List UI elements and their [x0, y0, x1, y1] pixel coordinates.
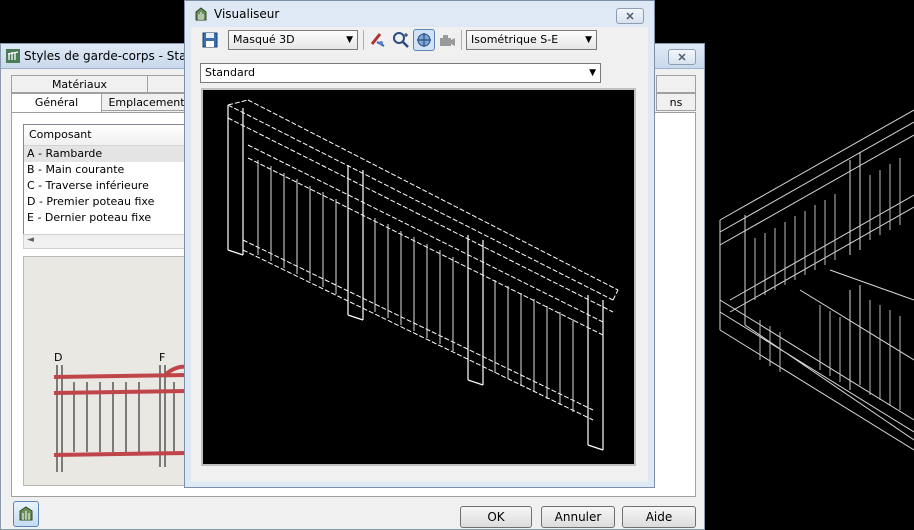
view-direction-select[interactable]: Isométrique S-E ▼: [466, 30, 597, 50]
app-icon: [6, 49, 20, 63]
tab-row1-right[interactable]: [656, 75, 696, 93]
horizontal-scrollbar[interactable]: ◄: [23, 234, 188, 249]
railing-preview-image: D F: [23, 256, 188, 486]
save-icon[interactable]: [200, 30, 220, 50]
display-config-value: Standard: [205, 66, 256, 79]
chevron-left-icon[interactable]: ◄: [27, 235, 34, 245]
chevron-down-icon: ▼: [585, 35, 592, 45]
railing-sketch: D F: [53, 351, 187, 472]
list-item[interactable]: A - Rambarde: [24, 146, 187, 162]
window-title: Visualiseur: [214, 7, 280, 21]
visual-style-select[interactable]: Masqué 3D ▼: [228, 30, 358, 50]
close-button[interactable]: [668, 49, 696, 65]
tab-row2-right[interactable]: ns: [656, 93, 696, 111]
tab-general[interactable]: Général: [11, 93, 102, 113]
tab-location[interactable]: Emplacement: [101, 93, 192, 111]
railing-3d-model: [227, 99, 619, 451]
cancel-button[interactable]: Annuler: [541, 506, 615, 528]
list-item[interactable]: B - Main courante: [24, 162, 187, 178]
label-f: F: [159, 351, 165, 364]
view-direction-value: Isométrique S-E: [471, 33, 559, 46]
close-icon: [678, 53, 686, 61]
viewer-viewport[interactable]: [201, 88, 636, 466]
chevron-down-icon: ▼: [589, 68, 596, 78]
app-icon: [19, 506, 33, 521]
tab-materials[interactable]: Matériaux: [11, 75, 148, 93]
app-icon: [195, 7, 207, 21]
list-item[interactable]: D - Premier poteau fixe: [24, 194, 187, 210]
close-button[interactable]: [616, 8, 644, 24]
window-title: Styles de garde-corps - Standa: [24, 49, 209, 63]
toolbar-separator: [363, 30, 364, 50]
label-d: D: [54, 351, 62, 364]
list-header[interactable]: Composant: [24, 125, 187, 146]
camera-icon[interactable]: [437, 30, 457, 50]
close-icon: [626, 12, 634, 20]
toolbar-separator: [461, 30, 462, 50]
pan-icon: [417, 33, 431, 47]
help-button[interactable]: Aide: [622, 506, 696, 528]
orbit-icon[interactable]: [368, 30, 388, 50]
display-config-select[interactable]: Standard ▼: [200, 63, 601, 83]
pan-button[interactable]: [413, 29, 435, 51]
title-bar[interactable]: Visualiseur: [185, 1, 654, 27]
chevron-down-icon: ▼: [346, 35, 353, 45]
component-list[interactable]: Composant A - Rambarde B - Main courante…: [23, 124, 188, 236]
list-item[interactable]: C - Traverse inférieure: [24, 178, 187, 194]
visual-style-value: Masqué 3D: [233, 33, 295, 46]
viewer-toggle-button[interactable]: [13, 501, 39, 527]
background-cad-drawing: [719, 109, 914, 451]
ok-button[interactable]: OK: [460, 506, 532, 528]
zoom-icon[interactable]: [391, 30, 411, 50]
list-item[interactable]: E - Dernier poteau fixe: [24, 210, 187, 226]
